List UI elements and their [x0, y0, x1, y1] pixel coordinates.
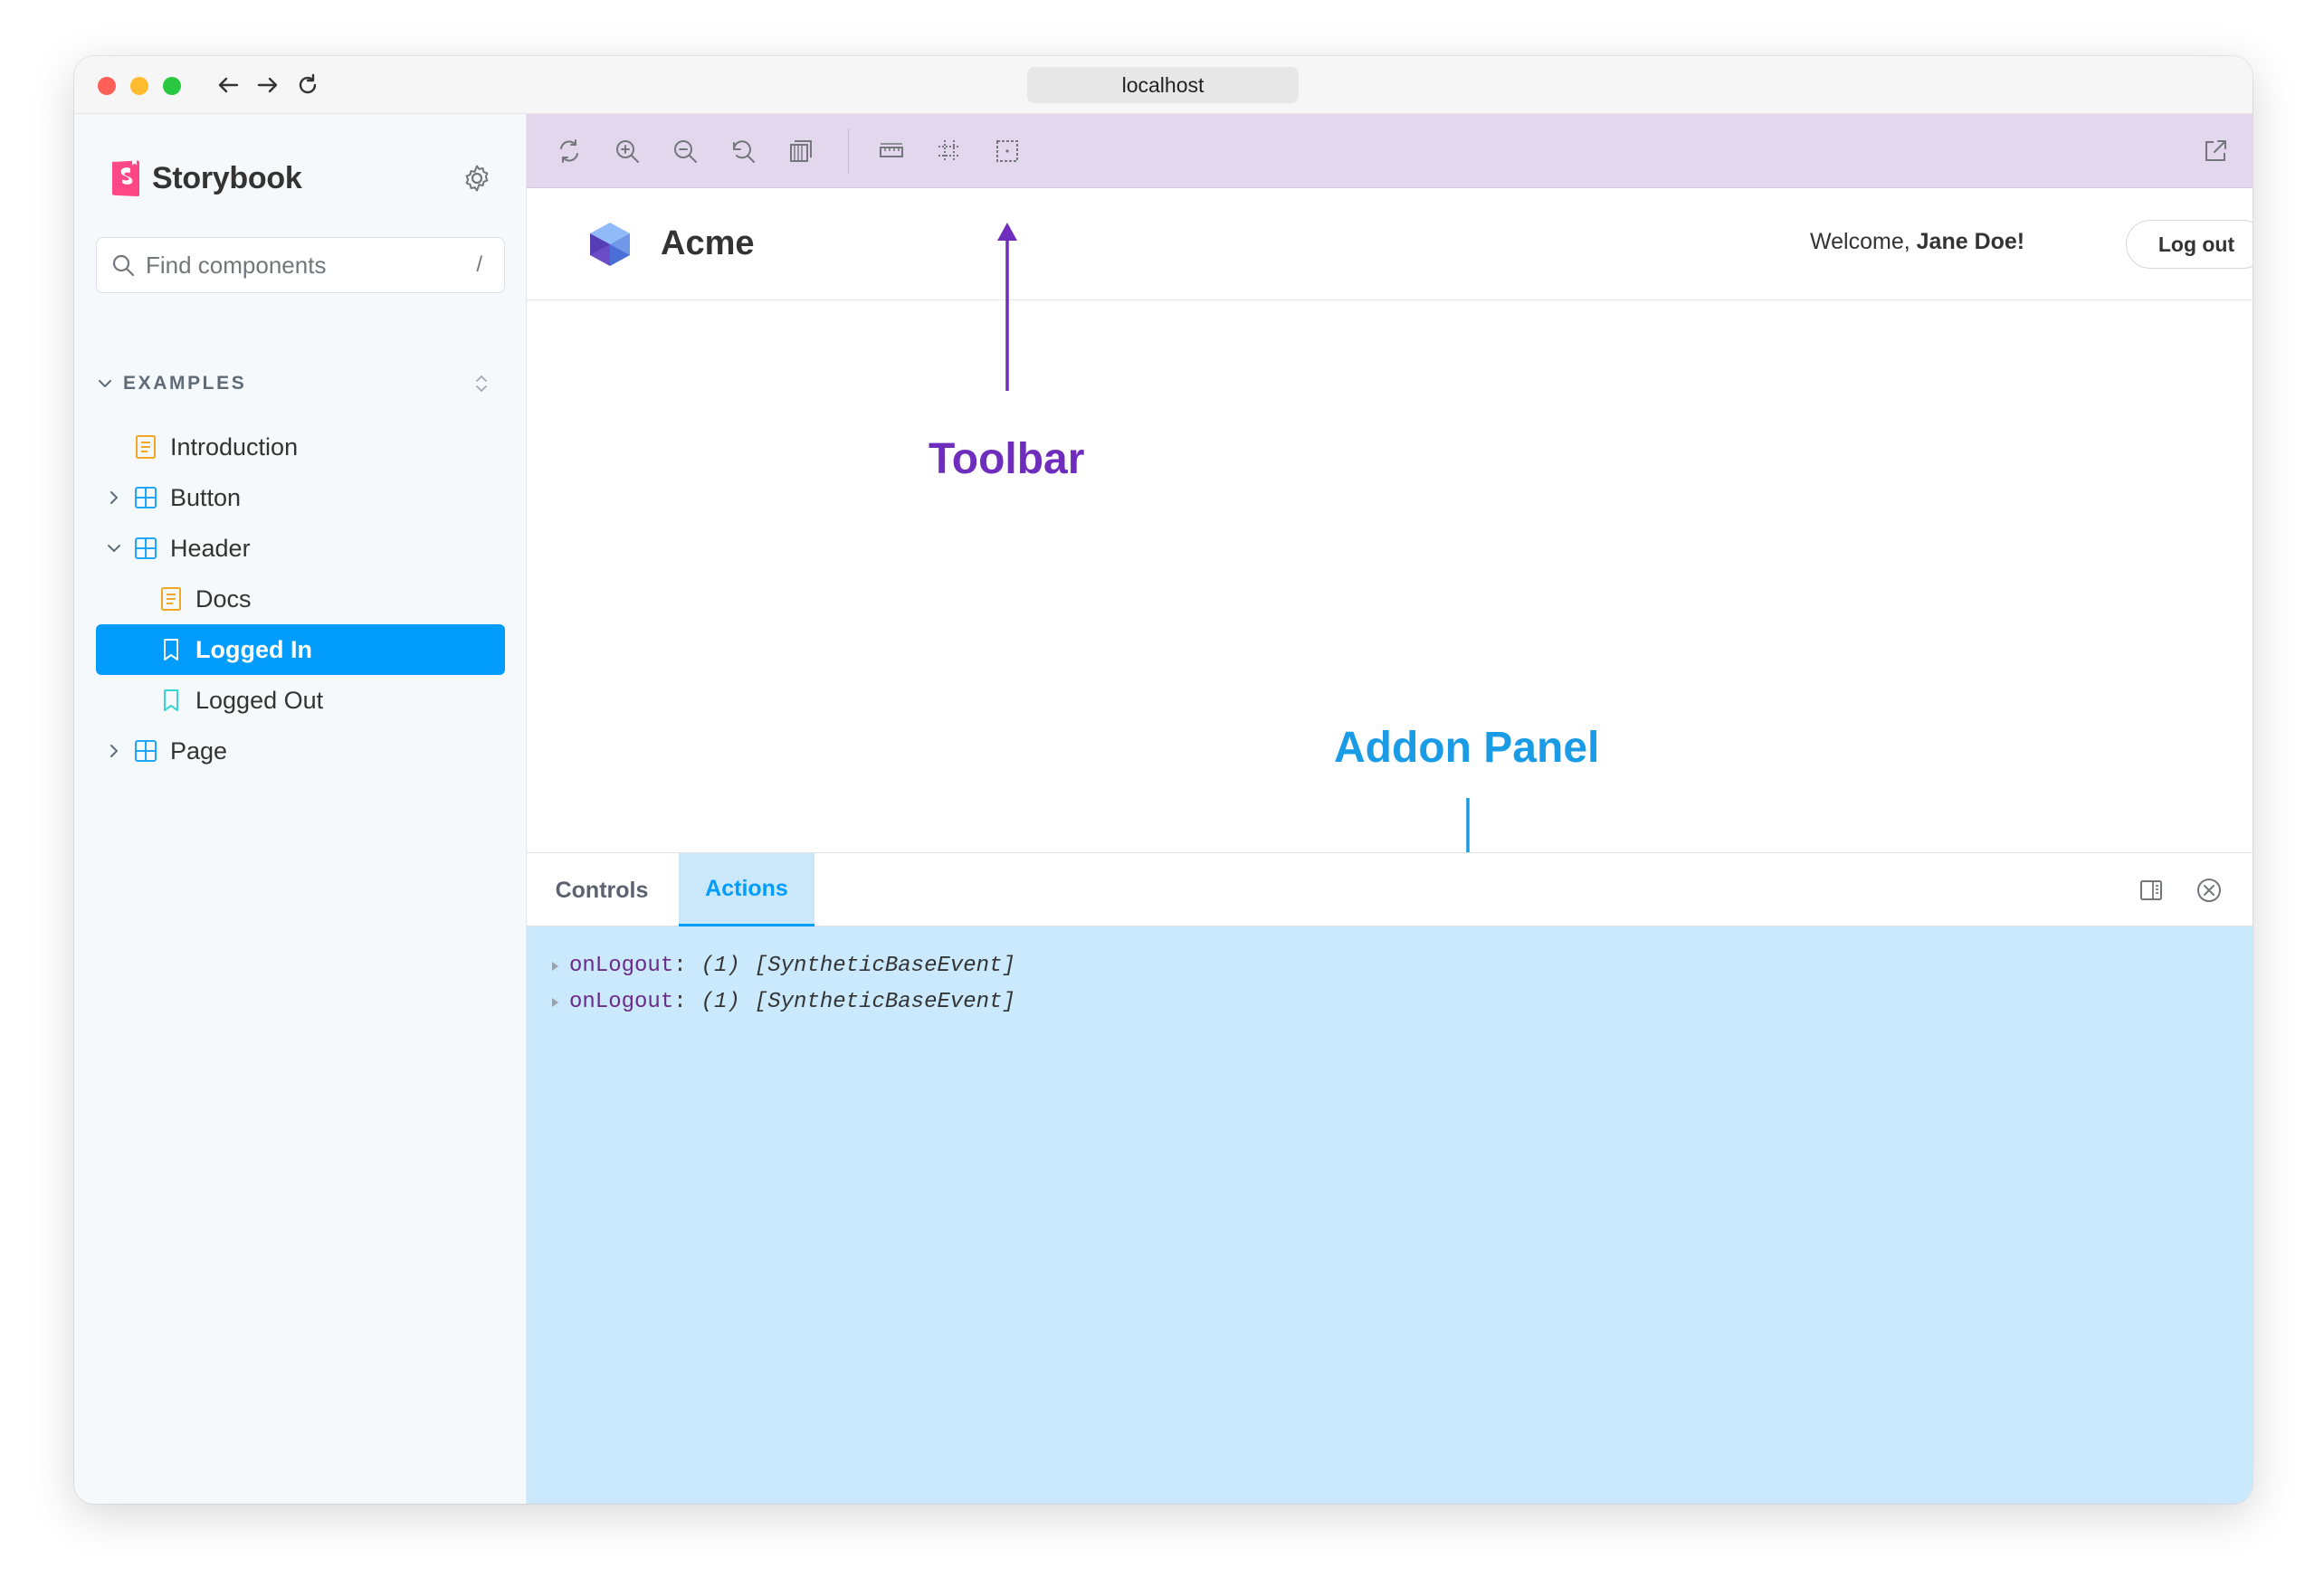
component-icon — [135, 740, 157, 762]
tab-controls-label: Controls — [555, 877, 649, 903]
sidebar-item-docs[interactable]: Docs — [96, 574, 505, 624]
log-event-name: onLogout — [569, 954, 674, 978]
sidebar-item-label: Logged In — [195, 635, 312, 663]
search-box[interactable]: / — [96, 237, 505, 293]
address-bar[interactable]: localhost — [1027, 67, 1299, 103]
sidebar-item-page[interactable]: Page — [96, 726, 505, 776]
tab-controls[interactable]: Controls — [527, 853, 677, 927]
bookmark-icon — [164, 639, 178, 660]
sidebar: Storybook / EXAMPLES — [74, 114, 527, 1504]
sidebar-item-label: Header — [170, 534, 251, 562]
sidebar-item-introduction[interactable]: Introduction — [96, 422, 505, 472]
sidebar-item-label: Button — [170, 483, 242, 511]
annotation-arrows — [997, 223, 1478, 914]
sidebar-item-logged-out[interactable]: Logged Out — [96, 675, 505, 726]
toolbar-annotation-label: Toolbar — [929, 435, 1085, 483]
log-event-count: (1) — [700, 990, 740, 1014]
addon-panel: Controls Actions onLogout: (1) [Syntheti… — [527, 852, 2253, 1504]
document-icon — [161, 587, 181, 611]
log-colon: : — [673, 990, 687, 1014]
log-event-value: [SyntheticBaseEvent] — [754, 954, 1015, 978]
chevron-down-icon — [108, 545, 120, 552]
browser-window: localhost Storybook / EXAMPLE — [74, 56, 2253, 1504]
log-event-count: (1) — [700, 954, 740, 978]
reload-icon[interactable] — [293, 71, 322, 100]
browser-title-bar: localhost — [74, 56, 2253, 114]
expand-triangle-icon[interactable] — [552, 961, 558, 971]
back-arrow-icon[interactable] — [214, 71, 243, 100]
main-area: Acme Welcome, Jane Doe! Log out Toolbar … — [527, 114, 2253, 1504]
search-shortcut-hint: / — [476, 252, 482, 277]
sidebar-item-label: Logged Out — [195, 686, 324, 714]
expand-triangle-icon[interactable] — [552, 997, 558, 1007]
search-icon — [112, 254, 135, 277]
section-label: EXAMPLES — [123, 373, 247, 394]
address-bar-text: localhost — [1121, 72, 1205, 97]
log-colon: : — [673, 954, 687, 978]
close-window-button[interactable] — [98, 77, 116, 95]
log-event-name: onLogout — [569, 990, 674, 1014]
sidebar-item-label: Docs — [195, 584, 252, 613]
minimize-window-button[interactable] — [130, 77, 148, 95]
gear-icon[interactable] — [462, 163, 492, 194]
forward-arrow-icon[interactable] — [253, 71, 282, 100]
addon-panel-annotation-label: Addon Panel — [1334, 724, 1600, 772]
tab-actions-label: Actions — [705, 875, 788, 901]
chevron-down-icon — [99, 380, 111, 387]
log-entry[interactable]: onLogout: (1) [SyntheticBaseEvent] — [552, 990, 1015, 1014]
panel-orientation-icon[interactable] — [2136, 875, 2167, 906]
section-header-examples[interactable]: EXAMPLES — [96, 366, 505, 402]
sidebar-item-label: Introduction — [170, 432, 299, 461]
addon-panel-tabs: Controls Actions — [527, 852, 2253, 927]
sidebar-item-header[interactable]: Header — [96, 523, 505, 574]
sidebar-item-logged-in[interactable]: Logged In — [96, 624, 505, 675]
bookmark-icon — [164, 689, 178, 711]
log-entry[interactable]: onLogout: (1) [SyntheticBaseEvent] — [552, 954, 1015, 978]
brand-name: Storybook — [152, 160, 302, 195]
component-icon — [135, 537, 157, 559]
search-input[interactable] — [146, 251, 477, 280]
document-icon — [136, 435, 156, 459]
close-panel-icon[interactable] — [2194, 875, 2224, 906]
log-event-value: [SyntheticBaseEvent] — [754, 990, 1015, 1014]
component-icon — [135, 487, 157, 508]
actions-log: onLogout: (1) [SyntheticBaseEvent] onLog… — [527, 926, 2253, 1504]
sidebar-item-label: Page — [170, 736, 228, 765]
sidebar-item-button[interactable]: Button — [96, 472, 505, 523]
maximize-window-button[interactable] — [163, 77, 181, 95]
expand-collapse-icon[interactable] — [471, 371, 492, 396]
toolbar-arrow — [997, 223, 1017, 391]
tab-actions[interactable]: Actions — [679, 853, 814, 927]
storybook-logo-icon — [112, 160, 139, 196]
storybook-brand[interactable]: Storybook — [110, 159, 302, 197]
chevron-right-icon — [110, 745, 118, 757]
chevron-right-icon — [110, 491, 118, 504]
